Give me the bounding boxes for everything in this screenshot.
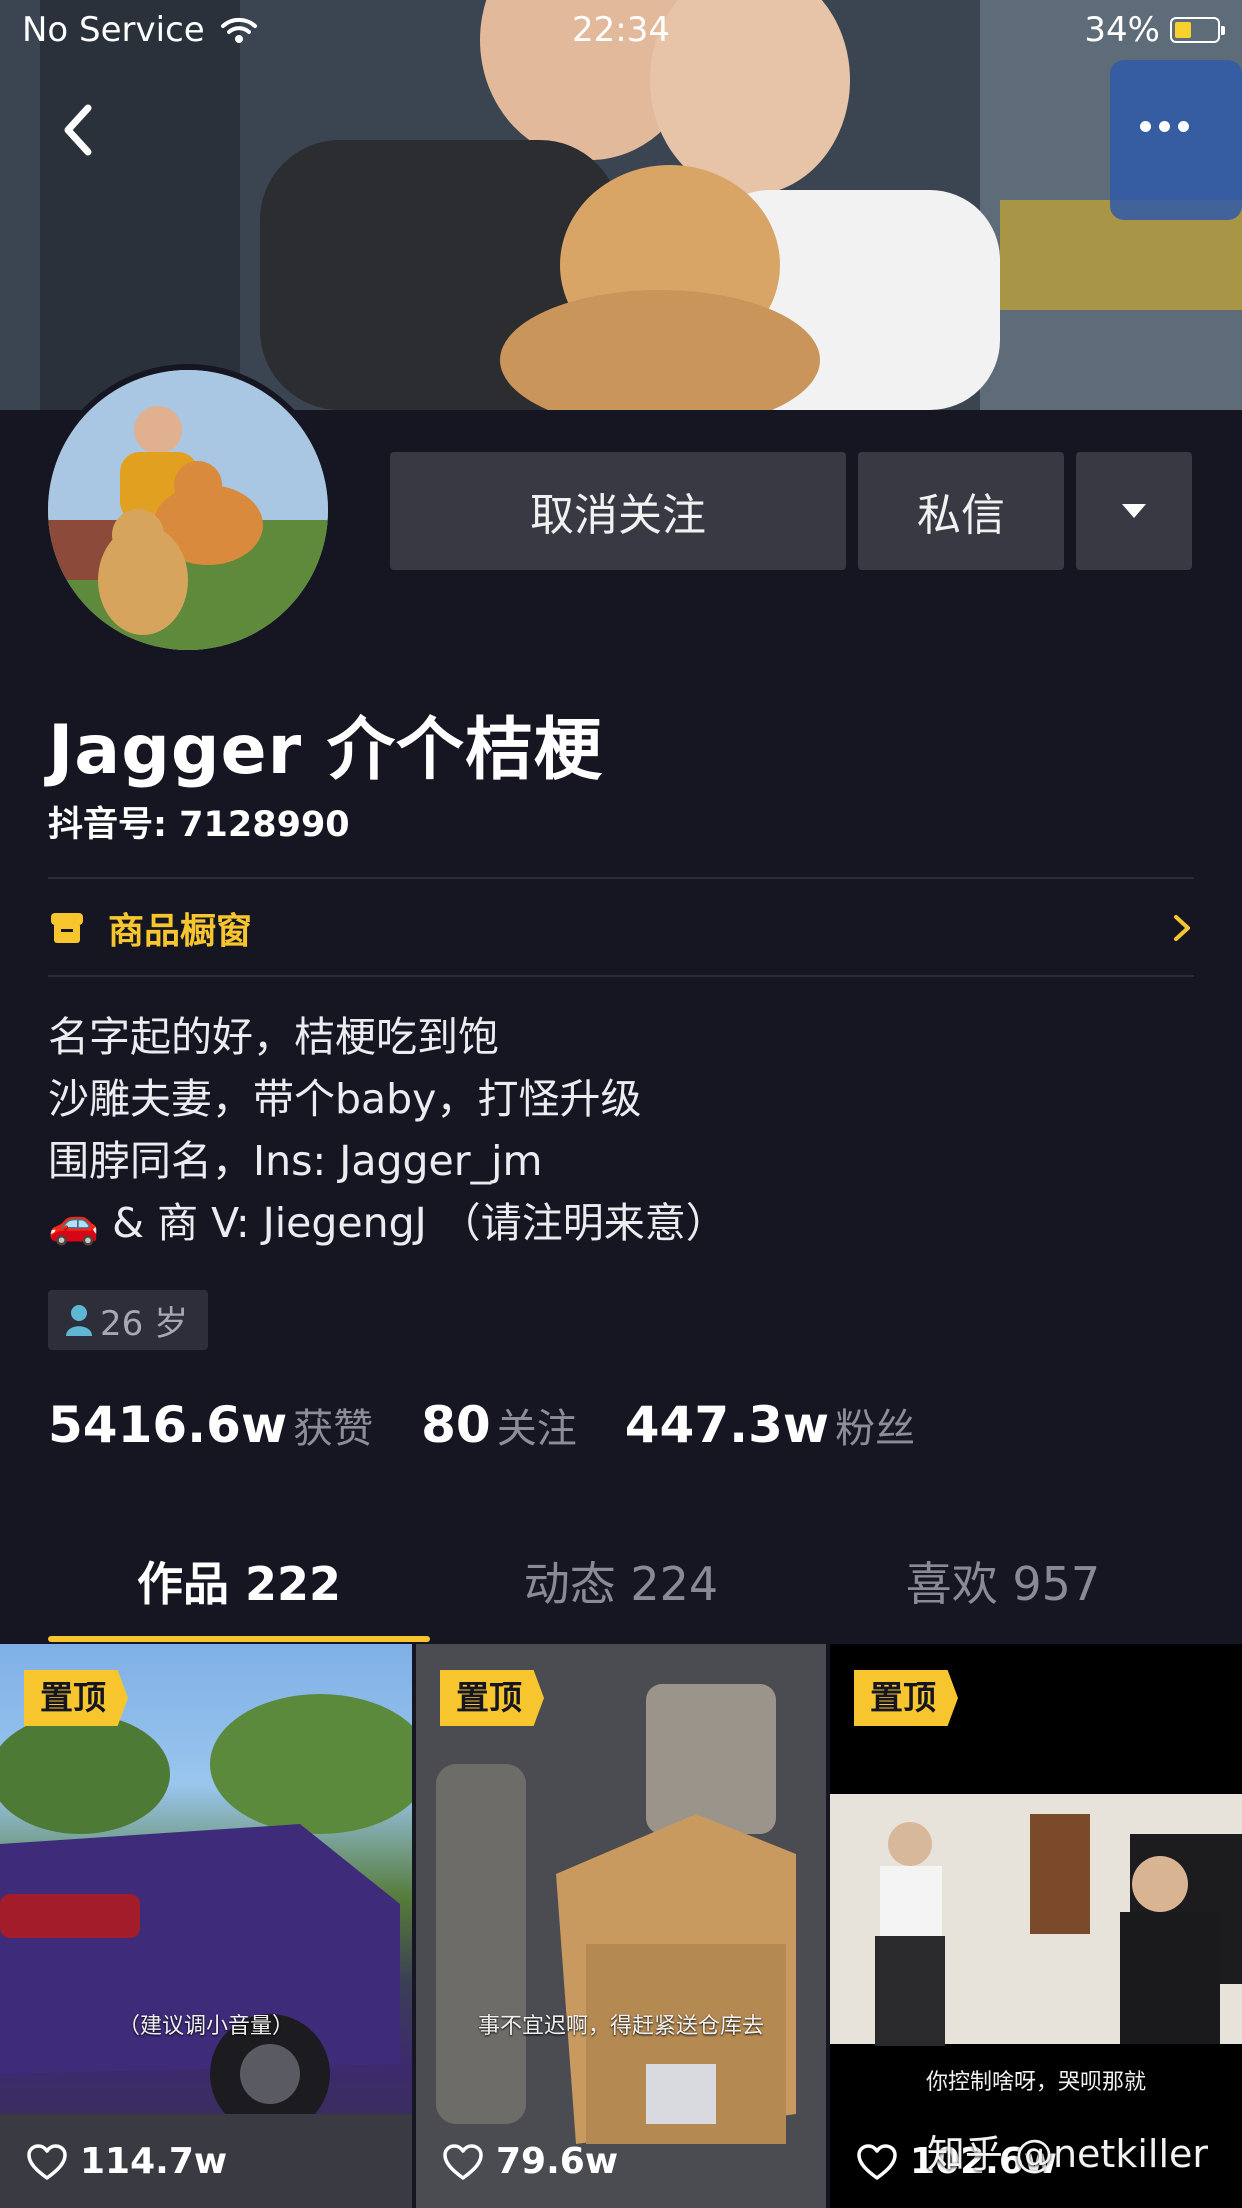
bio-line: 🚗 & 商 V: JiegengJ （请注明来意） xyxy=(48,1199,727,1247)
message-button[interactable]: 私信 xyxy=(858,452,1064,570)
video-thumbnail[interactable]: 置顶 你控制啥呀，哭呗那就 102.6w 知乎 @netkiller xyxy=(830,1644,1242,2208)
content-tabs: 作品 222 动态 224 喜欢 957 xyxy=(48,1540,1194,1640)
bio-line: 围脖同名，Ins: Jagger_jm xyxy=(48,1137,543,1185)
avatar-image xyxy=(48,370,328,650)
heart-icon xyxy=(443,2143,483,2180)
pinned-badge: 置顶 xyxy=(854,1670,958,1726)
watermark: 知乎 @netkiller xyxy=(926,2132,1208,2176)
age-badge: 26 岁 xyxy=(48,1290,209,1350)
heart-icon xyxy=(857,2143,897,2180)
tab-dynamics[interactable]: 动态 224 xyxy=(430,1540,812,1640)
pinned-badge: 置顶 xyxy=(24,1670,128,1726)
bio: 名字起的好，桔梗吃到饱 沙雕夫妻，带个baby，打怪升级 围脖同名，Ins: J… xyxy=(48,1006,727,1254)
person-icon xyxy=(66,1305,92,1336)
video-caption: （建议调小音量） xyxy=(117,2014,294,2039)
video-likes: 79.6w xyxy=(442,2141,618,2182)
tab-works[interactable]: 作品 222 xyxy=(48,1540,430,1640)
more-dot-icon xyxy=(1139,120,1151,132)
divider xyxy=(48,975,1194,977)
caret-down-icon xyxy=(1122,504,1146,518)
tab-likes[interactable]: 喜欢 957 xyxy=(812,1540,1194,1640)
followers-count[interactable]: 447.3w xyxy=(625,1396,829,1454)
likes-label: 获赞 xyxy=(293,1406,374,1452)
age-text: 26 岁 xyxy=(100,1303,189,1344)
battery-percent: 34% xyxy=(1084,10,1160,50)
more-dot-icon xyxy=(1158,120,1170,132)
video-likes: 114.7w xyxy=(26,2141,227,2182)
active-tab-indicator xyxy=(48,1636,430,1642)
shop-window-label: 商品橱窗 xyxy=(108,911,253,952)
avatar[interactable] xyxy=(42,364,334,656)
profile-name: Jagger 介个桔梗 xyxy=(48,711,603,790)
car-thumbnail-image xyxy=(0,1694,412,2208)
shop-window-row[interactable]: 商品橱窗 xyxy=(48,880,1194,976)
douyin-id: 抖音号: 7128990 xyxy=(48,805,350,845)
video-caption: 事不宜迟啊，得赶紧送仓库去 xyxy=(477,2014,764,2039)
stats-row: 5416.6w 获赞 80 关注 447.3w 粉丝 xyxy=(48,1396,963,1454)
likes-count-text: 114.7w xyxy=(80,2141,228,2182)
recommend-dropdown-button[interactable] xyxy=(1076,452,1192,570)
clock: 22:34 xyxy=(572,10,670,50)
video-thumbnail[interactable]: 置顶 （建议调小音量） 114.7w xyxy=(0,1644,412,2208)
likes-count-text: 79.6w xyxy=(496,2141,619,2182)
bio-line: 沙雕夫妻，带个baby，打怪升级 xyxy=(48,1075,642,1123)
video-thumbnail[interactable]: 置顶 事不宜迟啊，得赶紧送仓库去 79.6w xyxy=(416,1644,826,2208)
followers-label[interactable]: 粉丝 xyxy=(835,1396,915,1454)
divider xyxy=(48,877,1194,879)
shop-icon xyxy=(51,913,83,943)
likes-count: 5416.6w xyxy=(48,1396,288,1454)
battery-icon xyxy=(1170,17,1225,43)
following-label[interactable]: 关注 xyxy=(497,1396,577,1454)
pinned-badge: 置顶 xyxy=(440,1670,544,1726)
following-count[interactable]: 80 xyxy=(421,1396,491,1454)
status-bar: No Service 22:34 34% xyxy=(0,0,1242,62)
box-thumbnail-image xyxy=(416,1644,826,2208)
profile-actions: 取消关注 私信 xyxy=(390,452,1192,570)
video-caption: 你控制啥呀，哭呗那就 xyxy=(925,2070,1146,2095)
chevron-left-icon xyxy=(64,104,92,156)
chevron-right-icon xyxy=(1174,915,1190,941)
video-grid: 置顶 （建议调小音量） 114.7w 置顶 事不宜迟啊，得赶紧送仓库去 79.6… xyxy=(0,1644,1242,2208)
more-button[interactable] xyxy=(1116,90,1212,162)
back-button[interactable] xyxy=(40,90,120,170)
unfollow-button[interactable]: 取消关注 xyxy=(390,452,846,570)
more-dot-icon xyxy=(1177,120,1189,132)
heart-icon xyxy=(27,2143,67,2180)
bio-line: 名字起的好，桔梗吃到饱 xyxy=(48,1013,499,1061)
